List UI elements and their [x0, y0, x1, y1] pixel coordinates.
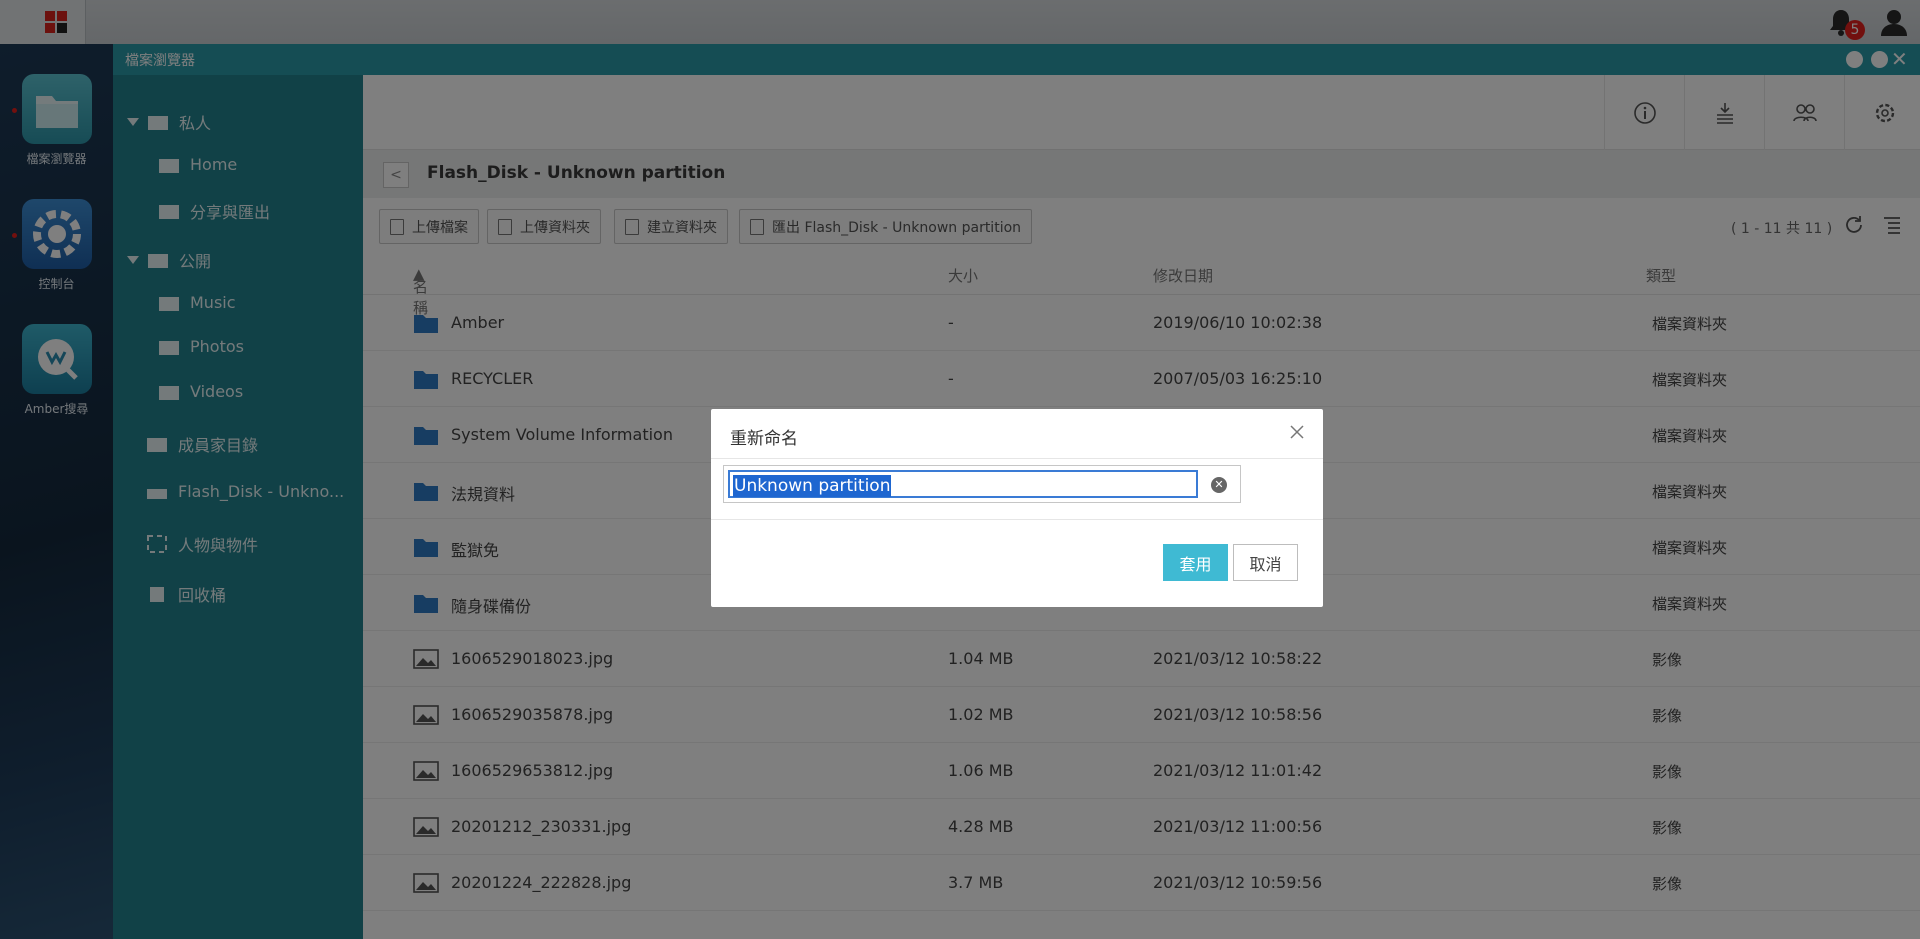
rename-input-field: Unknown partition ✕: [723, 465, 1241, 503]
divider: [711, 458, 1323, 459]
selected-text: Unknown partition: [733, 475, 892, 497]
cancel-button[interactable]: 取消: [1233, 544, 1298, 581]
divider: [711, 519, 1323, 520]
clear-icon[interactable]: ✕: [1211, 477, 1227, 493]
close-icon[interactable]: [1289, 424, 1305, 440]
apply-button[interactable]: 套用: [1163, 544, 1228, 581]
rename-dialog: 重新命名 Unknown partition ✕ 套用 取消: [711, 409, 1323, 607]
dialog-title: 重新命名: [730, 429, 798, 449]
